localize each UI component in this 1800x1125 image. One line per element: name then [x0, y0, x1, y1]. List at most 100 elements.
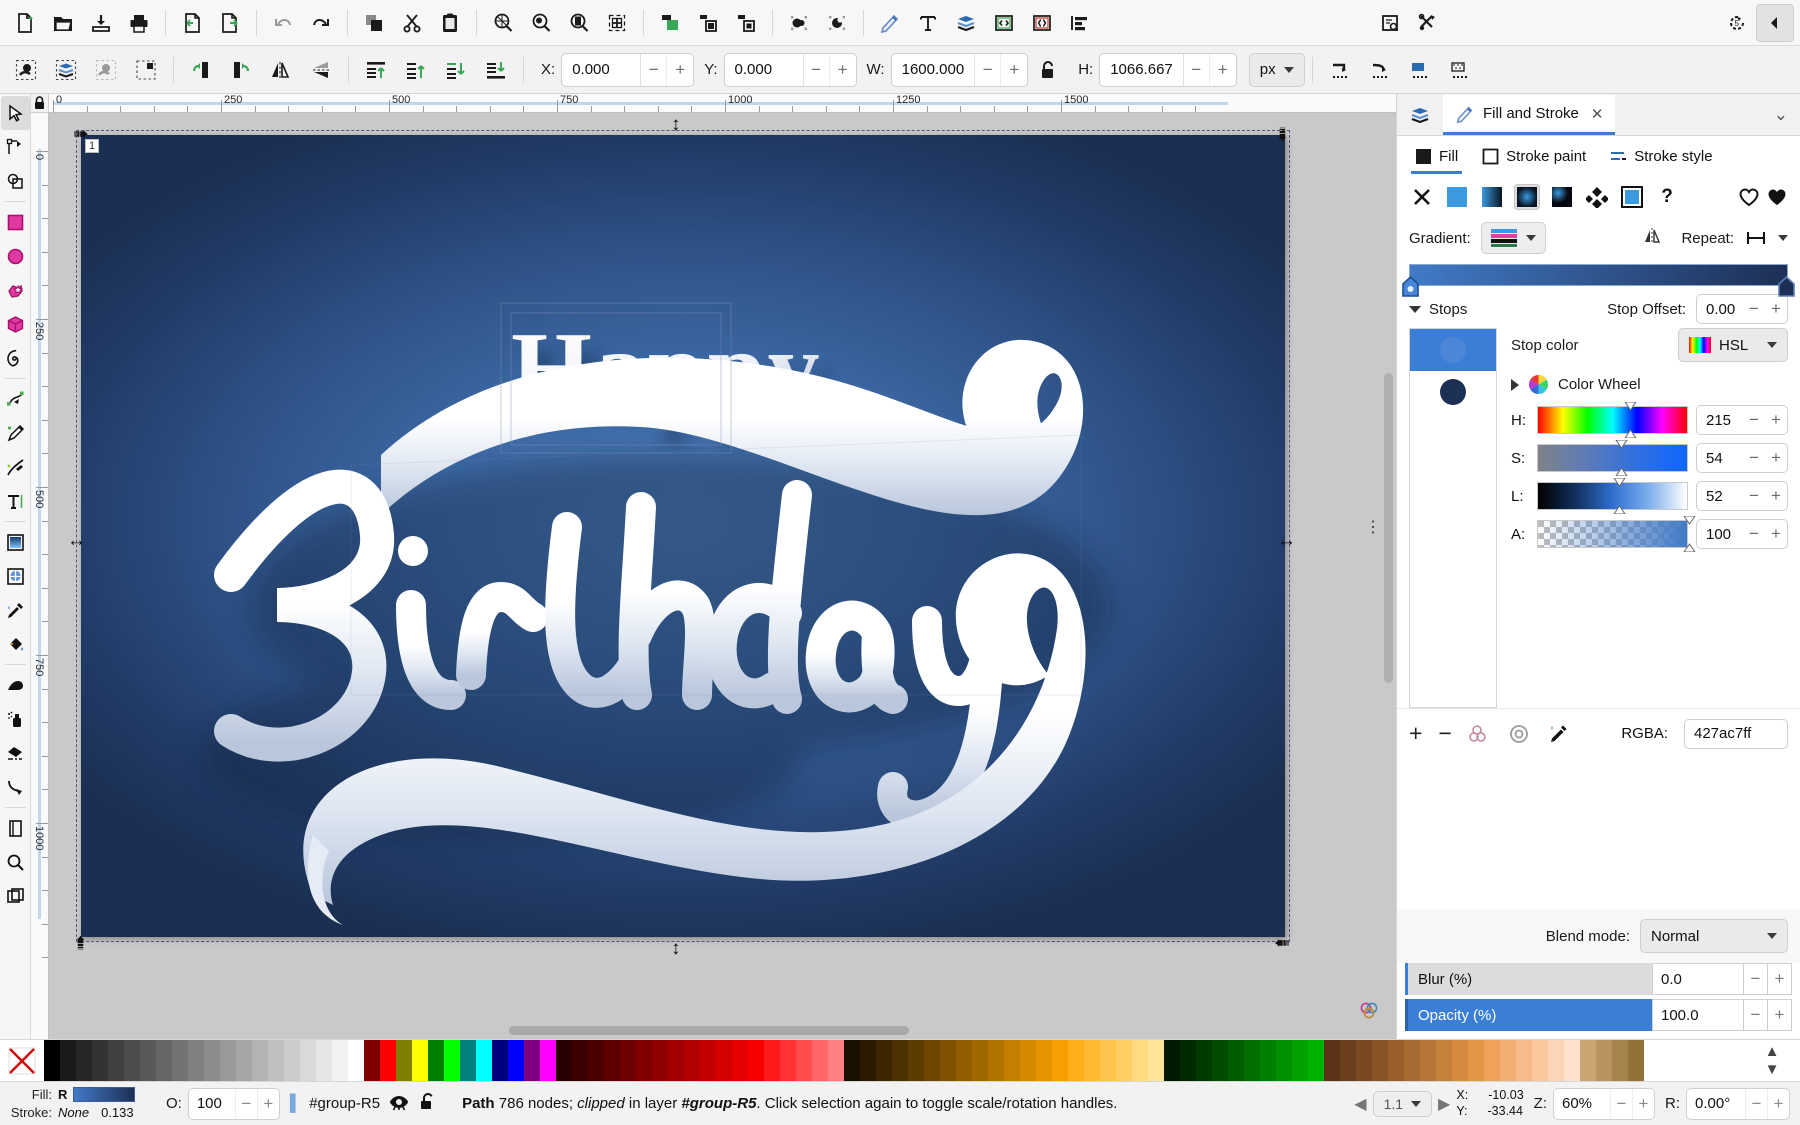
new-document-button[interactable] [6, 4, 44, 42]
rotation-decrement[interactable]: − [1745, 1089, 1767, 1119]
palette-swatch[interactable] [1596, 1040, 1612, 1081]
palette-swatch[interactable] [892, 1040, 908, 1081]
preferences-button[interactable] [1409, 4, 1447, 42]
zoom-decrement[interactable]: − [1610, 1089, 1632, 1119]
tool-selector[interactable] [1, 96, 30, 130]
palette-swatch[interactable] [316, 1040, 332, 1081]
palette-swatch[interactable] [748, 1040, 764, 1081]
tool-zoom[interactable] [1, 845, 30, 879]
palette-swatch[interactable] [1404, 1040, 1420, 1081]
ruler-lock-button[interactable] [31, 94, 49, 113]
affect-gradients-button[interactable] [1400, 51, 1440, 89]
palette-swatch[interactable] [876, 1040, 892, 1081]
palette-swatch[interactable] [1372, 1040, 1388, 1081]
palette-swatch[interactable] [172, 1040, 188, 1081]
palette-swatch[interactable] [460, 1040, 476, 1081]
flip-vertical-button[interactable] [301, 51, 341, 89]
flip-gradient-button[interactable] [1641, 225, 1663, 251]
blend-mode-dropdown[interactable]: Normal [1640, 919, 1788, 953]
palette-swatch[interactable] [1164, 1040, 1180, 1081]
palette-swatch[interactable] [1196, 1040, 1212, 1081]
palette-swatch[interactable] [556, 1040, 572, 1081]
palette-swatch[interactable] [332, 1040, 348, 1081]
zoom-selection-button[interactable] [522, 4, 560, 42]
palette-swatch[interactable] [124, 1040, 140, 1081]
palette-swatch[interactable] [1324, 1040, 1340, 1081]
tool-star[interactable] [1, 273, 30, 307]
palette-swatch[interactable] [1532, 1040, 1548, 1081]
palette-swatch[interactable] [1500, 1040, 1516, 1081]
paint-pattern-button[interactable] [1584, 184, 1610, 210]
y-increment[interactable]: + [830, 54, 856, 86]
palette-swatch[interactable] [956, 1040, 972, 1081]
palette-swatch[interactable] [412, 1040, 428, 1081]
palette-swatch[interactable] [940, 1040, 956, 1081]
palette-swatch[interactable] [636, 1040, 652, 1081]
tool-ellipse[interactable] [1, 239, 30, 273]
palette-swatch[interactable] [188, 1040, 204, 1081]
opacity-value[interactable]: 100.0 [1652, 999, 1744, 1031]
gradient-stop-bar[interactable] [1409, 264, 1788, 286]
tool-spray[interactable] [1, 702, 30, 736]
dock-resize-handle[interactable]: ⋮ [1365, 517, 1382, 537]
alpha-decrement[interactable]: − [1743, 520, 1765, 548]
palette-swatch[interactable] [1292, 1040, 1308, 1081]
width-increment[interactable]: + [1001, 54, 1027, 86]
open-document-button[interactable] [44, 4, 82, 42]
hue-decrement[interactable]: − [1743, 406, 1765, 434]
color-wheel-expander[interactable]: Color Wheel [1511, 370, 1788, 405]
x-decrement[interactable]: − [641, 54, 667, 86]
status-opacity-decrement[interactable]: − [235, 1089, 257, 1119]
alpha-field[interactable]: 100 − + [1696, 519, 1788, 549]
blur-increment[interactable]: + [1768, 963, 1792, 995]
tool-connector[interactable] [1, 770, 30, 804]
lightness-field[interactable]: 52 − + [1696, 481, 1788, 511]
alpha-increment[interactable]: + [1765, 520, 1787, 548]
palette-swatch[interactable] [444, 1040, 460, 1081]
status-fill-swatch[interactable] [73, 1087, 135, 1102]
paint-swatch-button[interactable] [1619, 184, 1645, 210]
palette-swatch[interactable] [348, 1040, 364, 1081]
add-stop-button[interactable]: + [1409, 720, 1422, 747]
tool-text[interactable] [1, 484, 30, 518]
blur-decrement[interactable]: − [1744, 963, 1768, 995]
palette-swatch[interactable] [844, 1040, 860, 1081]
palette-swatch[interactable] [652, 1040, 668, 1081]
palette-swatch[interactable] [732, 1040, 748, 1081]
export-button[interactable] [211, 4, 249, 42]
lower-button[interactable] [436, 51, 476, 89]
palette-swatch[interactable] [620, 1040, 636, 1081]
tool-node[interactable] [1, 130, 30, 164]
tab-stroke-style[interactable]: Stroke style [1600, 142, 1722, 174]
chevron-down-icon[interactable]: ▼ [1765, 1061, 1780, 1078]
palette-swatch[interactable] [828, 1040, 844, 1081]
canvas-horizontal-scrollbar[interactable] [509, 1026, 909, 1035]
palette-swatch[interactable] [572, 1040, 588, 1081]
tool-shape-builder[interactable] [1, 164, 30, 198]
palette-swatch[interactable] [700, 1040, 716, 1081]
palette-swatch[interactable] [764, 1040, 780, 1081]
palette-swatch[interactable] [140, 1040, 156, 1081]
zoom-fit-button[interactable] [598, 4, 636, 42]
palette-swatch[interactable] [1356, 1040, 1372, 1081]
selectors-dialog-button[interactable] [1023, 4, 1061, 42]
horizontal-ruler[interactable]: 0250500750100012501500 [49, 94, 1396, 113]
color-managed-view-icon[interactable] [1358, 999, 1380, 1025]
invert-selection-button[interactable] [126, 51, 166, 89]
layer-name[interactable]: #group-R5 [309, 1095, 380, 1112]
align-dialog-button[interactable] [1061, 4, 1099, 42]
ungroup-button[interactable] [727, 4, 765, 42]
palette-swatch[interactable] [1388, 1040, 1404, 1081]
palette-swatch[interactable] [108, 1040, 124, 1081]
affect-patterns-button[interactable] [1440, 51, 1480, 89]
units-dropdown[interactable]: px [1249, 53, 1305, 87]
opacity-increment[interactable]: + [1768, 999, 1792, 1031]
palette-swatch[interactable] [220, 1040, 236, 1081]
stop-offset-decrement[interactable]: − [1743, 295, 1765, 323]
tab-stroke-paint[interactable]: Stroke paint [1472, 142, 1596, 174]
lightness-slider[interactable] [1537, 482, 1688, 510]
lock-aspect-ratio-button[interactable] [1028, 51, 1068, 89]
affect-stroke-width-button[interactable] [1320, 51, 1360, 89]
layer-visibility-toggle[interactable] [388, 1092, 410, 1116]
tool-measure[interactable] [1, 879, 30, 913]
